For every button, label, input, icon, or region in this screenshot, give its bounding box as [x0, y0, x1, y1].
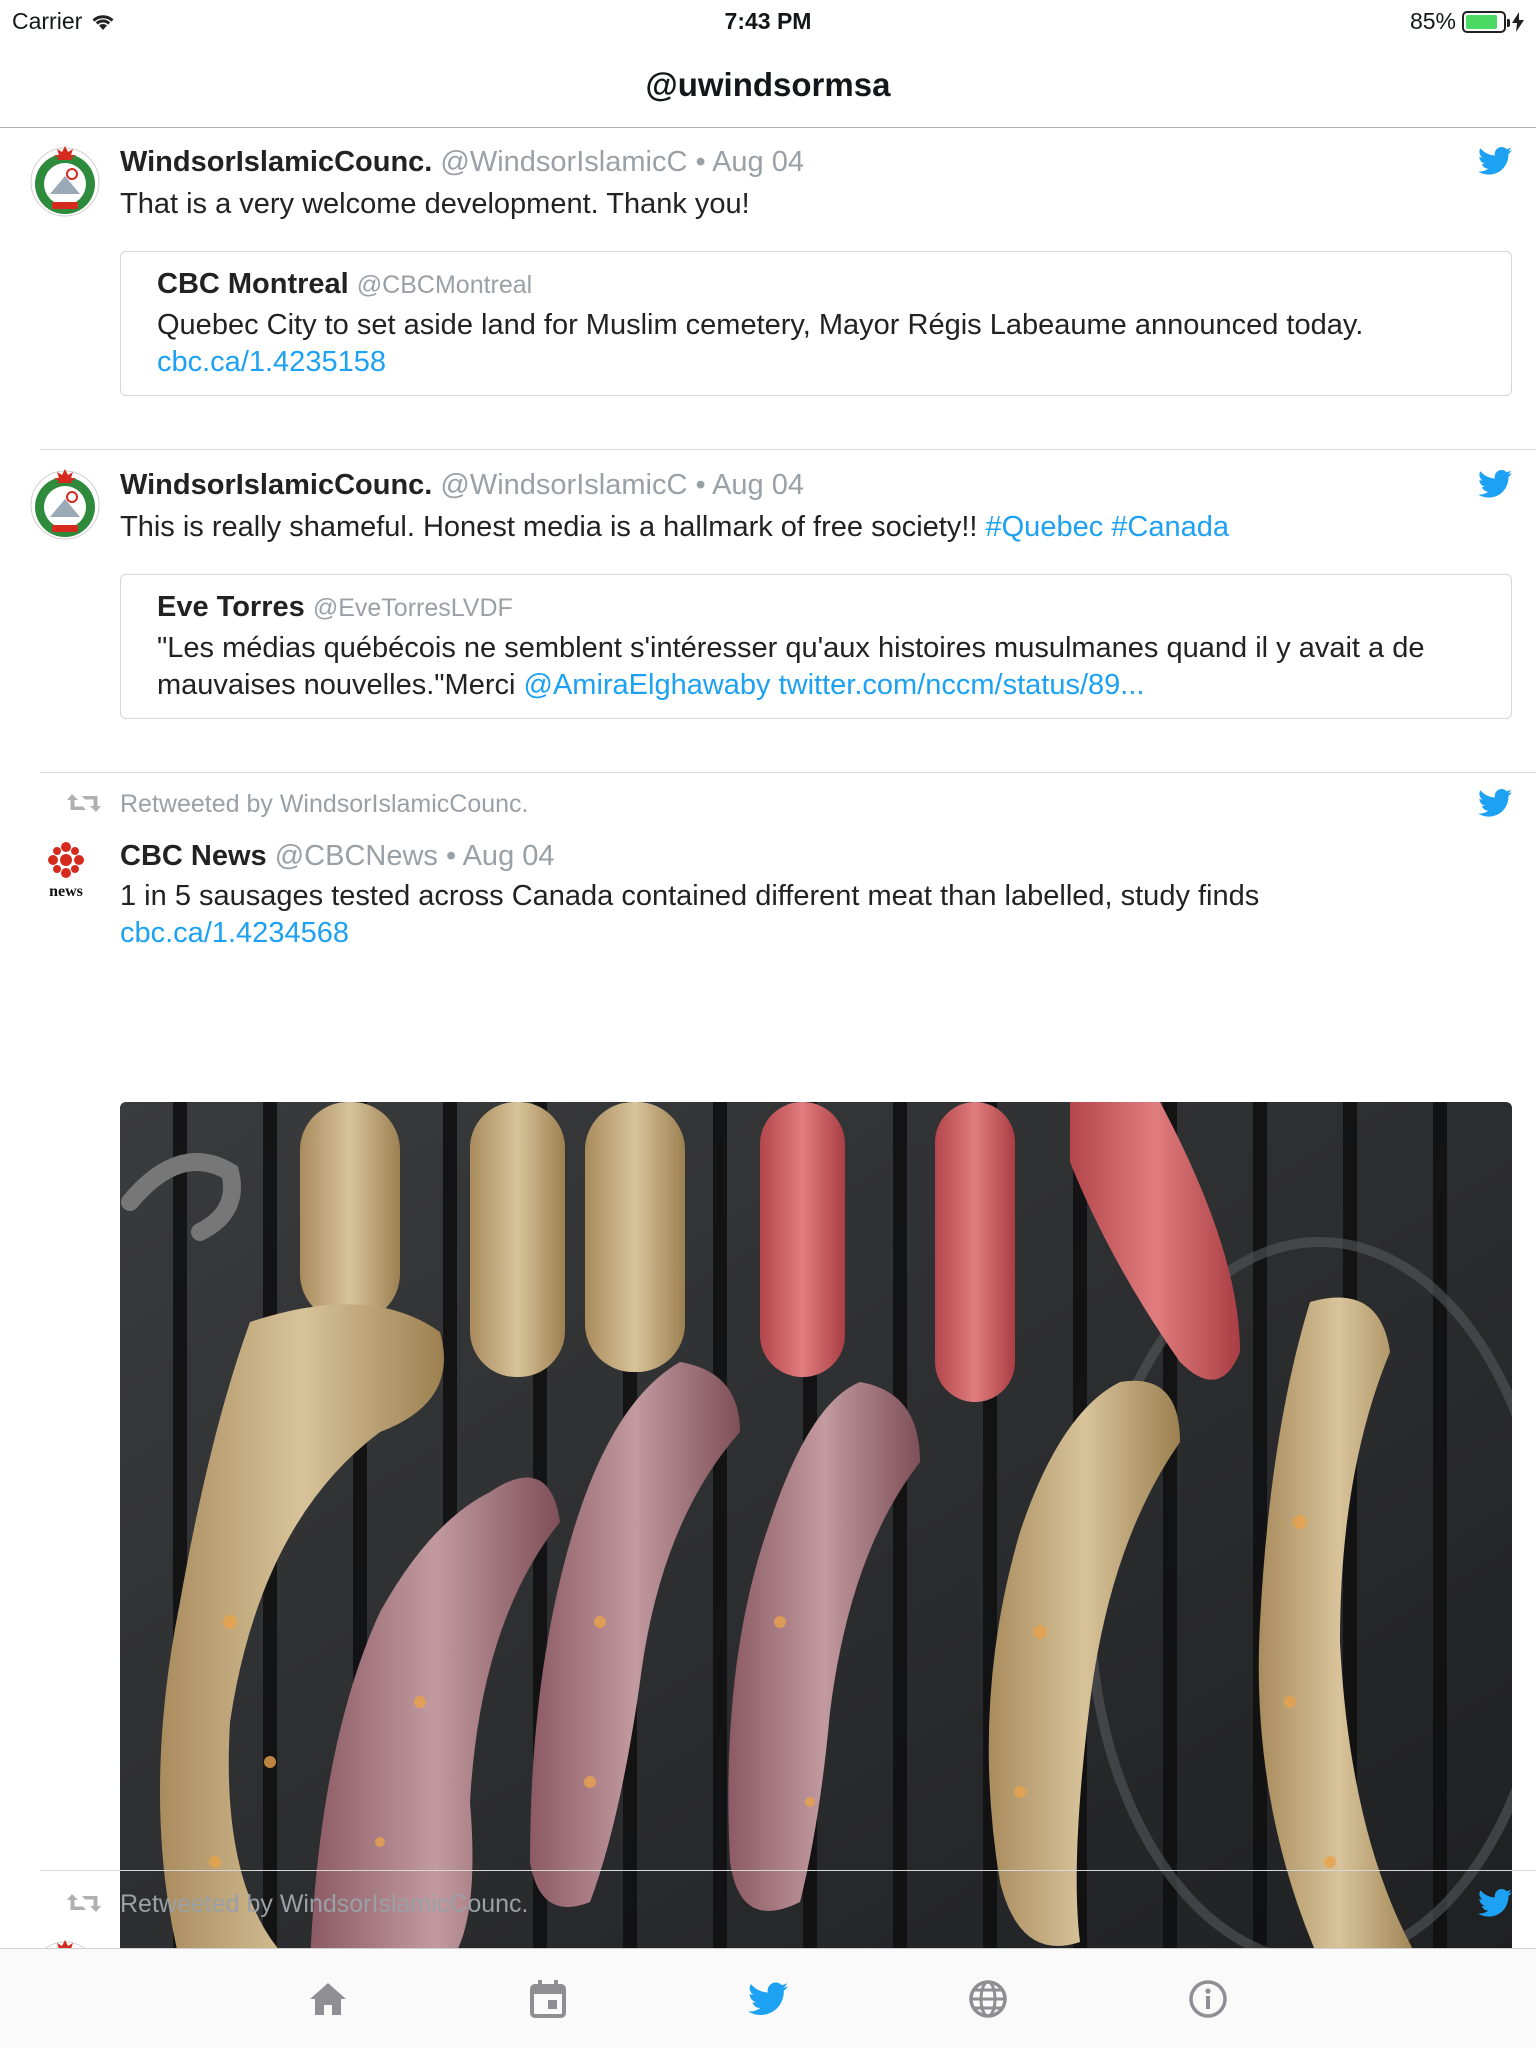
- status-bar: Carrier 7:43 PM 85%: [0, 0, 1536, 40]
- tweet-card[interactable]: WindsorIslamicCounc. @WindsorIslamicC • …: [0, 451, 1536, 774]
- home-icon: [310, 1983, 346, 2015]
- quoted-link[interactable]: cbc.ca/1.4235158: [157, 346, 386, 378]
- author-handle: @WindsorIslamicC: [440, 146, 688, 178]
- quoted-author: Eve Torres: [157, 591, 305, 623]
- twitter-bird-icon[interactable]: [1478, 469, 1512, 499]
- tweet-text: 1 in 5 sausages tested across Canada con…: [120, 878, 1496, 952]
- author-handle: @CBCNews: [274, 840, 438, 872]
- page-title: @uwindsormsa: [645, 66, 891, 103]
- hashtag-link[interactable]: #Quebec: [986, 511, 1104, 543]
- twitter-bird-icon[interactable]: [1478, 1888, 1512, 1918]
- author-name[interactable]: WindsorIslamicCounc.: [120, 146, 432, 178]
- avatar[interactable]: [28, 144, 102, 218]
- tweet-text: This is really shameful. Honest media is…: [120, 509, 1496, 546]
- separator-dot: •: [695, 146, 706, 178]
- retweet-icon: [66, 1890, 102, 1916]
- battery-percent: 85%: [1409, 8, 1456, 34]
- author-handle: @WindsorIslamicC: [440, 469, 688, 501]
- separator-dot: •: [445, 840, 457, 872]
- tab-home[interactable]: [218, 1949, 438, 2048]
- tweet-card[interactable]: WindsorIslamicCounc. @WindsorIslamicC • …: [0, 128, 1536, 451]
- twitter-icon: [748, 1982, 788, 2016]
- avatar-label: news: [49, 883, 83, 900]
- twitter-bird-icon[interactable]: [1478, 146, 1512, 176]
- cbc-gem-icon: [48, 842, 84, 878]
- twitter-bird-icon[interactable]: [1478, 788, 1512, 818]
- tab-bar: [0, 1948, 1536, 2048]
- divider: [40, 1870, 1536, 1871]
- battery-tip: [1507, 18, 1510, 27]
- globe-icon: [969, 1980, 1007, 2018]
- tweet-feed[interactable]: WindsorIslamicCounc. @WindsorIslamicC • …: [0, 128, 1536, 1948]
- author-name[interactable]: WindsorIslamicCounc.: [120, 469, 432, 501]
- tab-twitter[interactable]: [658, 1949, 878, 2048]
- avatar[interactable]: [28, 467, 102, 541]
- navigation-bar: @uwindsormsa: [0, 40, 1536, 128]
- retweeted-by: Retweeted by WindsorIslamicCounc.: [120, 790, 529, 818]
- tweet-media-image[interactable]: [120, 1102, 1512, 1948]
- calendar-icon: [530, 1980, 566, 2018]
- tweet-header: WindsorIslamicCounc. @WindsorIslamicC • …: [120, 469, 804, 502]
- mention-link[interactable]: @AmiraElghawaby: [524, 669, 771, 701]
- quoted-handle: @CBCMontreal: [356, 271, 533, 299]
- quoted-text: Quebec City to set aside land for Muslim…: [157, 309, 1364, 341]
- sausages-photo: [120, 1102, 1512, 1948]
- quoted-author: CBC Montreal: [157, 268, 349, 300]
- divider: [40, 772, 1536, 773]
- quoted-link[interactable]: twitter.com/nccm/status/89...: [779, 669, 1145, 701]
- tweet-header: WindsorIslamicCounc. @WindsorIslamicC • …: [120, 146, 804, 179]
- hashtag-link[interactable]: #Canada: [1111, 511, 1229, 543]
- clock: 7:43 PM: [724, 8, 812, 34]
- tab-calendar[interactable]: [438, 1949, 658, 2048]
- quoted-tweet[interactable]: Eve Torres @EveTorresLVDF "Les médias qu…: [120, 574, 1512, 719]
- tweet-text: That is a very welcome development. Than…: [120, 188, 750, 220]
- tweet-date: Aug 04: [712, 146, 804, 178]
- quoted-handle: @EveTorresLVDF: [312, 594, 513, 622]
- tweet-date: Aug 04: [712, 469, 804, 501]
- info-icon: [1189, 1980, 1227, 2018]
- tweet-date: Aug 04: [462, 840, 555, 872]
- tweet-card[interactable]: Retweeted by WindsorIslamicCounc. news C…: [0, 774, 1536, 1948]
- tab-web[interactable]: [878, 1949, 1098, 2048]
- retweet-icon: [66, 790, 102, 816]
- author-name[interactable]: CBC News: [120, 840, 267, 872]
- battery-level: [1466, 14, 1497, 29]
- tab-info[interactable]: [1098, 1949, 1318, 2048]
- charging-bolt-icon: [1512, 11, 1524, 32]
- tweet-header: CBC News @CBCNews • Aug 04: [120, 840, 555, 873]
- avatar[interactable]: news: [36, 840, 96, 900]
- quoted-tweet[interactable]: CBC Montreal @CBCMontreal Quebec City to…: [120, 251, 1512, 396]
- tweet-card[interactable]: Retweeted by WindsorIslamicCounc.: [0, 1872, 1536, 1948]
- battery-icon: [1462, 10, 1510, 33]
- tweet-text-content: 1 in 5 sausages tested across Canada con…: [120, 880, 1260, 912]
- retweeted-by: Retweeted by WindsorIslamicCounc.: [120, 1890, 529, 1918]
- tweet-link[interactable]: cbc.ca/1.4234568: [120, 917, 349, 949]
- tweet-text-content: This is really shameful. Honest media is…: [120, 511, 986, 543]
- separator-dot: •: [695, 469, 706, 501]
- avatar[interactable]: [28, 1938, 102, 1948]
- divider: [40, 449, 1536, 450]
